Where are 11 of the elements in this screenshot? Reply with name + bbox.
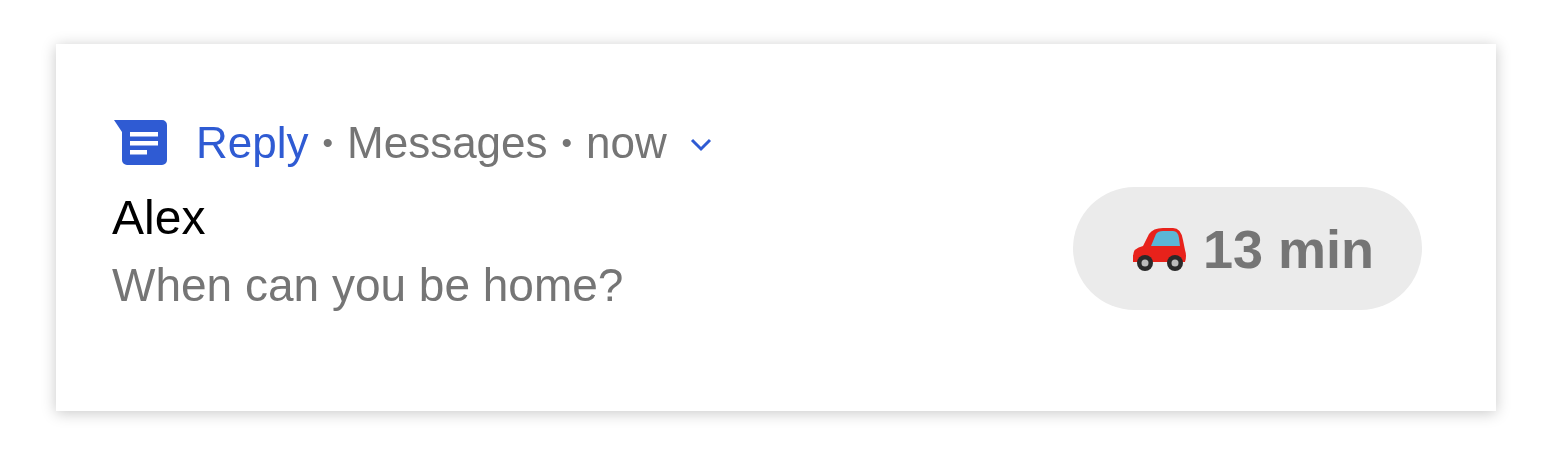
separator-dot: •: [322, 125, 333, 160]
expand-icon[interactable]: [688, 137, 713, 152]
app-name: Reply: [196, 117, 309, 168]
message-icon: [112, 119, 168, 166]
notification-card[interactable]: Reply • Messages • now Alex When can you be home? 13 min: [56, 44, 1496, 411]
channel-name: Messages: [347, 117, 548, 168]
separator-dot: •: [561, 125, 573, 160]
message-text: When can you be home?: [112, 257, 625, 313]
sender-name: Alex: [112, 189, 207, 246]
reply-chip[interactable]: 13 min: [1072, 187, 1422, 310]
timestamp: now: [586, 117, 667, 168]
